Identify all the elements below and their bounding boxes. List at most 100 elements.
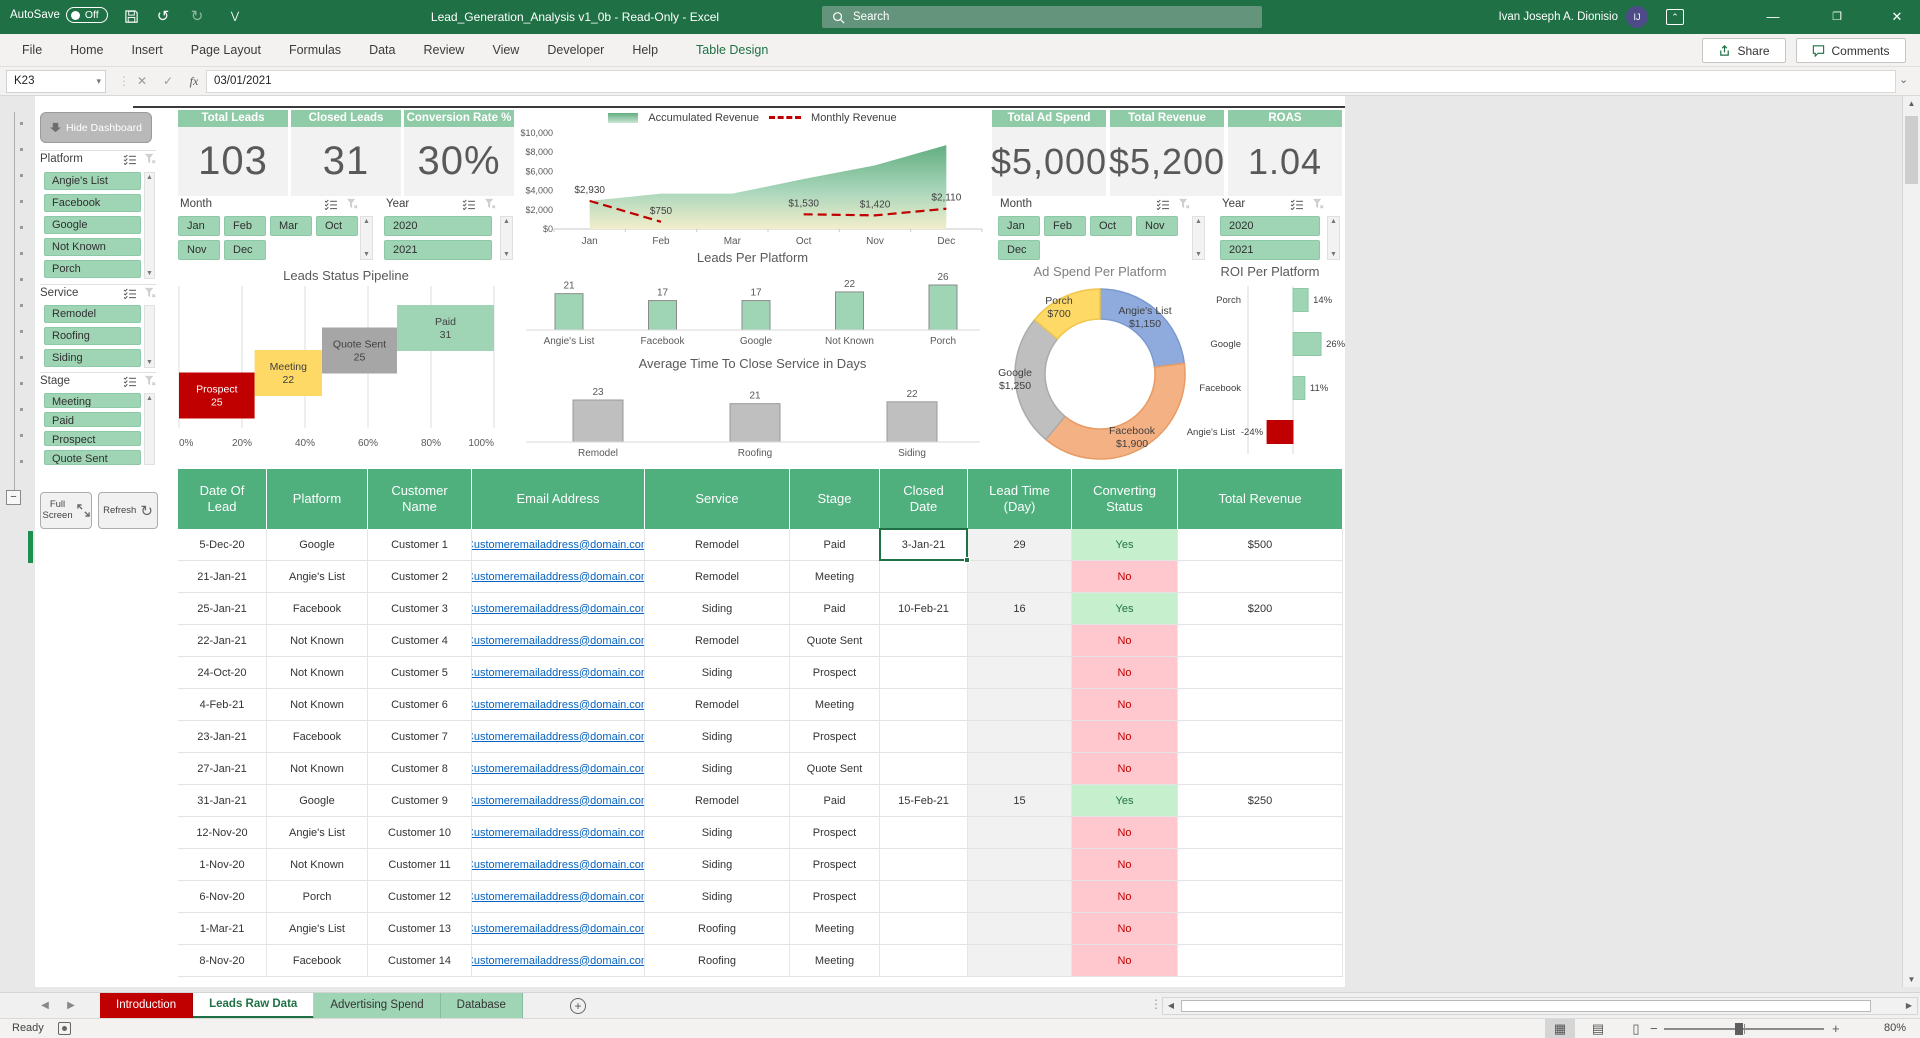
refresh-button[interactable]: Refresh ↻ [98, 492, 158, 529]
table-cell[interactable]: Customeremailaddress@domain.com [472, 881, 645, 913]
column-header[interactable]: Service [645, 469, 790, 529]
email-link[interactable]: Customeremailaddress@domain.com [472, 923, 645, 935]
sheet-tab-leads-raw-data[interactable]: Leads Raw Data [193, 993, 314, 1019]
table-cell[interactable] [968, 817, 1072, 849]
service-slicer-item[interactable]: Siding [44, 349, 141, 367]
table-cell[interactable]: Meeting [790, 689, 880, 721]
outline-collapse-button[interactable]: − [6, 490, 21, 505]
table-cell[interactable]: Customeremailaddress@domain.com [472, 593, 645, 625]
month-slicer-scrollbar[interactable]: ▲▼ [360, 216, 373, 260]
table-cell[interactable] [968, 657, 1072, 689]
email-link[interactable]: Customeremailaddress@domain.com [472, 699, 645, 711]
table-cell[interactable]: No [1072, 753, 1178, 785]
table-cell[interactable]: Roofing [645, 945, 790, 977]
expand-formula-bar-icon[interactable]: ⌄ [1899, 73, 1908, 86]
multi-select-icon[interactable] [123, 376, 137, 390]
table-cell[interactable]: 22-Jan-21 [178, 625, 267, 657]
column-header[interactable]: Lead Time (Day) [968, 469, 1072, 529]
table-cell[interactable]: Roofing [645, 913, 790, 945]
table-cell[interactable]: Meeting [790, 913, 880, 945]
scroll-down-icon[interactable]: ▼ [1903, 975, 1920, 984]
service-slicer-item[interactable]: Roofing [44, 327, 141, 345]
ribbon-tab-home[interactable]: Home [56, 34, 117, 67]
ribbon-tab-formulas[interactable]: Formulas [275, 34, 355, 67]
zoom-level[interactable]: 80% [1862, 1022, 1906, 1034]
table-cell[interactable]: Paid [790, 785, 880, 817]
table-cell[interactable] [880, 689, 968, 721]
close-button[interactable]: ✕ [1872, 0, 1920, 34]
table-cell[interactable] [880, 817, 968, 849]
sheet-nav-left-icon[interactable]: ◀ [34, 993, 56, 1019]
column-header[interactable]: Platform [267, 469, 368, 529]
table-cell[interactable]: 1-Mar-21 [178, 913, 267, 945]
table-cell[interactable] [968, 849, 1072, 881]
selection-fill-handle[interactable] [964, 557, 970, 563]
leads-per-platform-chart[interactable]: 21Angie's List17Facebook17Google22Not Kn… [520, 266, 985, 350]
table-cell[interactable]: Siding [645, 881, 790, 913]
table-cell[interactable]: Customer 1 [368, 529, 472, 561]
cancel-formula-icon[interactable]: ✕ [130, 70, 154, 93]
zoom-in-icon[interactable]: + [1832, 1021, 1840, 1036]
table-cell[interactable]: Porch [267, 881, 368, 913]
email-link[interactable]: Customeremailaddress@domain.com [472, 731, 645, 743]
stage-slicer-scrollbar[interactable]: ▲ [144, 393, 155, 465]
table-cell[interactable]: Customeremailaddress@domain.com [472, 913, 645, 945]
table-cell[interactable]: Customeremailaddress@domain.com [472, 529, 645, 561]
confirm-formula-icon[interactable]: ✓ [156, 70, 180, 93]
multi-select-icon[interactable] [123, 288, 137, 302]
restore-button[interactable]: ❐ [1812, 0, 1862, 34]
table-cell[interactable]: Angie's List [267, 561, 368, 593]
platform-slicer-item[interactable]: Google [44, 216, 141, 234]
table-cell[interactable] [1178, 913, 1343, 945]
clear-filter-icon[interactable] [144, 153, 156, 168]
table-cell[interactable] [880, 945, 968, 977]
roi-per-platform-chart[interactable]: Porch14%Google26%Facebook11%Angie's List… [1185, 286, 1345, 466]
table-cell[interactable]: No [1072, 721, 1178, 753]
table-cell[interactable]: 12-Nov-20 [178, 817, 267, 849]
table-cell[interactable]: Not Known [267, 689, 368, 721]
table-cell[interactable]: Customer 11 [368, 849, 472, 881]
ribbon-tab-insert[interactable]: Insert [118, 34, 177, 67]
table-cell[interactable] [880, 657, 968, 689]
table-cell[interactable] [968, 689, 1072, 721]
clear-filter-icon[interactable] [1178, 197, 1190, 215]
column-header[interactable]: Converting Status [1072, 469, 1178, 529]
zoom-out-icon[interactable]: − [1650, 1021, 1658, 1036]
minimize-button[interactable]: — [1748, 0, 1798, 34]
year-slicer-scrollbar[interactable]: ▲▼ [1327, 216, 1340, 260]
table-cell[interactable]: Angie's List [267, 817, 368, 849]
table-cell[interactable]: Angie's List [267, 913, 368, 945]
table-cell[interactable]: Facebook [267, 721, 368, 753]
normal-view-icon[interactable]: ▦ [1545, 1019, 1575, 1038]
ribbon-tab-developer[interactable]: Developer [533, 34, 618, 67]
month-button[interactable]: Nov [178, 240, 220, 260]
macro-record-icon[interactable] [58, 1022, 71, 1035]
stage-slicer-item[interactable]: Meeting [44, 393, 141, 408]
table-cell[interactable]: Customeremailaddress@domain.com [472, 753, 645, 785]
table-cell[interactable]: No [1072, 945, 1178, 977]
table-cell[interactable]: Meeting [790, 561, 880, 593]
table-cell[interactable]: Siding [645, 657, 790, 689]
table-cell[interactable]: Quote Sent [790, 625, 880, 657]
year-button[interactable]: 2020 [384, 216, 492, 236]
table-cell[interactable]: Quote Sent [790, 753, 880, 785]
table-cell[interactable]: Prospect [790, 657, 880, 689]
table-cell[interactable]: $250 [1178, 785, 1343, 817]
clear-filter-icon[interactable] [144, 375, 156, 390]
table-cell[interactable]: Customer 13 [368, 913, 472, 945]
email-link[interactable]: Customeremailaddress@domain.com [472, 571, 645, 583]
table-cell[interactable]: Facebook [267, 593, 368, 625]
table-cell[interactable]: Customer 2 [368, 561, 472, 593]
table-cell[interactable]: Siding [645, 849, 790, 881]
stage-slicer-item[interactable]: Quote Sent [44, 450, 141, 465]
redo-icon[interactable]: ↻ [184, 0, 210, 34]
month-button[interactable]: Jan [998, 216, 1040, 236]
email-link[interactable]: Customeremailaddress@domain.com [472, 795, 645, 807]
selected-cell-outline[interactable] [879, 528, 968, 561]
table-cell[interactable]: Not Known [267, 657, 368, 689]
table-cell[interactable] [880, 913, 968, 945]
search-input[interactable]: Search [822, 6, 1262, 28]
table-cell[interactable] [968, 945, 1072, 977]
table-cell[interactable] [1178, 689, 1343, 721]
ribbon-display-options-icon[interactable]: ⌃ [1666, 9, 1684, 25]
